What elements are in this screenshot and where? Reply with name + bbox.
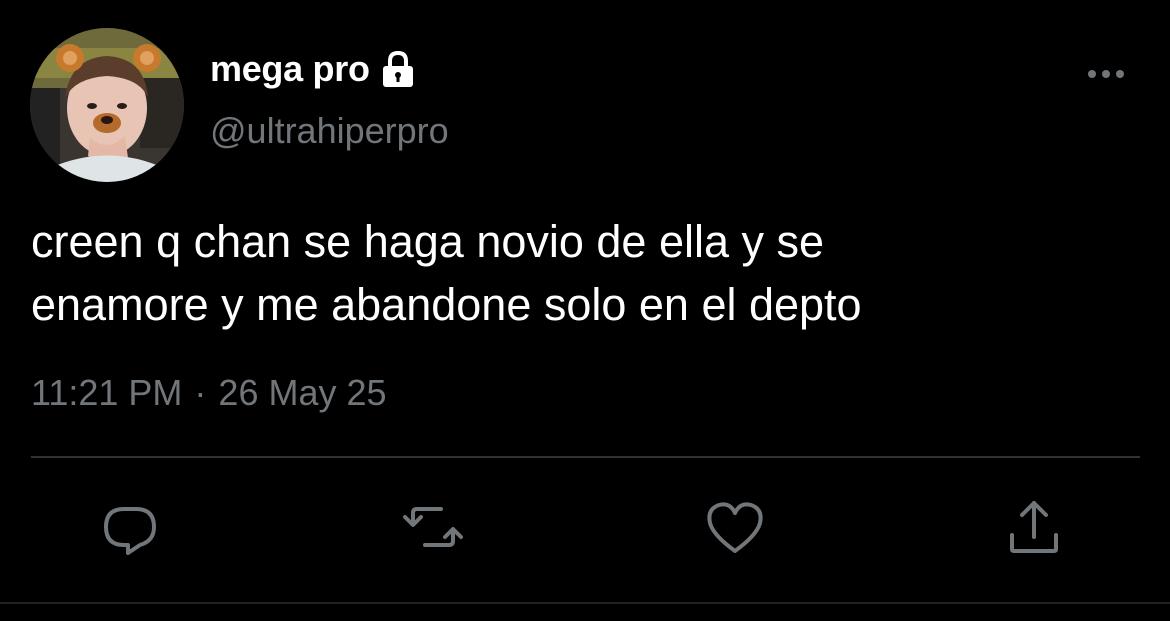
avatar-image	[30, 28, 184, 182]
divider	[31, 456, 1140, 458]
tweet-timestamp[interactable]: 11:21 PM · 26 May 25	[31, 372, 387, 414]
author-name-row: mega pro	[210, 46, 418, 92]
lock-icon	[378, 49, 418, 89]
reply-icon	[104, 507, 156, 555]
more-icon[interactable]	[1084, 62, 1128, 86]
tweet: mega pro @ultrahiperpro creen q chan se …	[0, 0, 1170, 621]
tweet-time: 11:21 PM	[31, 372, 183, 413]
retweet-icon	[403, 507, 463, 547]
share-icon	[1010, 501, 1058, 553]
bottom-divider	[0, 602, 1170, 604]
retweet-button[interactable]	[401, 495, 465, 559]
like-button[interactable]	[703, 495, 767, 559]
share-button[interactable]	[1002, 495, 1066, 559]
heart-icon	[707, 502, 763, 553]
tweet-date: 26 May 25	[218, 372, 387, 413]
meta-separator: ·	[194, 372, 207, 413]
author-display-name[interactable]: mega pro	[210, 48, 370, 90]
action-bar	[0, 495, 1170, 565]
reply-button[interactable]	[98, 495, 162, 559]
author-handle[interactable]: @ultrahiperpro	[210, 110, 449, 152]
tweet-text: creen q chan se haga novio de ella y se …	[31, 216, 862, 330]
avatar[interactable]	[30, 28, 184, 182]
